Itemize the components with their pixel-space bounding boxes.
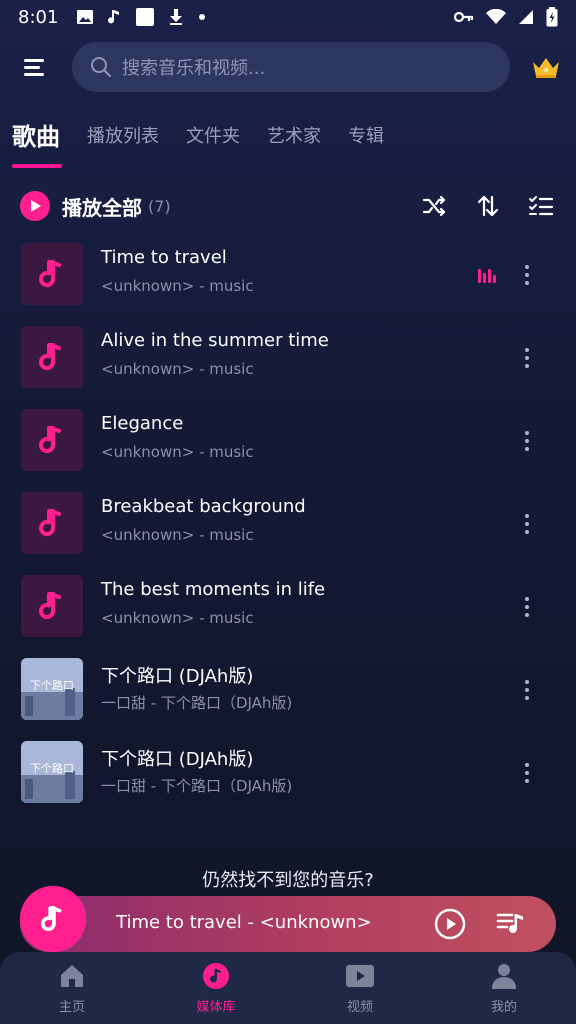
more-options-icon[interactable] bbox=[520, 761, 534, 785]
song-count: (7) bbox=[148, 196, 171, 216]
nav-profile-label: 我的 bbox=[490, 1000, 517, 1015]
song-title: The best moments in life bbox=[101, 579, 326, 600]
song-artwork bbox=[21, 409, 83, 471]
music-note-icon bbox=[39, 260, 61, 288]
shuffle-icon[interactable] bbox=[420, 192, 448, 220]
dot-icon bbox=[199, 14, 206, 20]
top-bar: 搜索音乐和视频... bbox=[0, 40, 576, 96]
song-subtitle: 一口甜 - 下个路口（DJAh版) bbox=[101, 694, 293, 712]
more-options-icon[interactable] bbox=[520, 595, 534, 619]
song-row[interactable]: Breakbeat background <unknown> - music bbox=[0, 492, 576, 570]
album-cover-text: 下个路口 bbox=[30, 679, 74, 692]
song-title: Alive in the summer time bbox=[101, 330, 329, 351]
play-icon bbox=[31, 200, 41, 212]
music-library-icon bbox=[203, 963, 229, 989]
download-icon bbox=[170, 9, 183, 25]
song-artwork bbox=[21, 243, 83, 305]
more-options-icon[interactable] bbox=[520, 678, 534, 702]
song-subtitle: <unknown> - music bbox=[101, 526, 254, 544]
tab-artists[interactable]: 艺术家 bbox=[267, 122, 321, 168]
music-note-icon bbox=[39, 592, 61, 620]
now-playing-equalizer-icon bbox=[478, 265, 496, 283]
video-icon bbox=[346, 965, 374, 987]
nav-home-label: 主页 bbox=[58, 1000, 85, 1015]
album-cover: 下个路口 bbox=[21, 741, 83, 803]
key-icon bbox=[454, 11, 474, 23]
song-artwork bbox=[21, 492, 83, 554]
nav-library-label: 媒体库 bbox=[196, 1000, 236, 1015]
cant-find-music-link[interactable]: 仍然找不到您的音乐? bbox=[0, 866, 576, 892]
nav-video[interactable]: 视频 bbox=[320, 962, 400, 1015]
more-options-icon[interactable] bbox=[520, 346, 534, 370]
gallery-icon bbox=[77, 10, 94, 24]
song-subtitle: <unknown> - music bbox=[101, 277, 254, 295]
song-title: 下个路口 (DJAh版) bbox=[101, 749, 254, 770]
music-notification-icon bbox=[108, 10, 120, 24]
crown-icon[interactable] bbox=[530, 54, 562, 80]
nav-home[interactable]: 主页 bbox=[32, 962, 112, 1015]
song-row[interactable]: 下个路口 下个路口 (DJAh版) 一口甜 - 下个路口（DJAh版) bbox=[0, 658, 576, 736]
play-all-button[interactable] bbox=[20, 191, 50, 221]
music-note-icon bbox=[39, 426, 61, 454]
nav-profile[interactable]: 我的 bbox=[464, 962, 544, 1015]
profile-icon bbox=[492, 964, 516, 989]
tab-songs[interactable]: 歌曲 bbox=[12, 117, 62, 168]
album-cover-art: 下个路口 bbox=[21, 741, 83, 803]
multi-select-icon[interactable] bbox=[527, 192, 555, 220]
music-note-icon bbox=[41, 906, 62, 932]
menu-button[interactable] bbox=[22, 54, 50, 82]
play-all-label[interactable]: 播放全部 bbox=[62, 192, 142, 221]
song-row[interactable]: Alive in the summer time <unknown> - mus… bbox=[0, 326, 576, 404]
sort-icon[interactable] bbox=[474, 192, 502, 220]
music-note-icon bbox=[39, 509, 61, 537]
bottom-navigation: 主页 媒体库 视频 我的 bbox=[0, 952, 576, 1024]
status-time: 8:01 bbox=[18, 6, 59, 28]
song-row[interactable]: The best moments in life <unknown> - mus… bbox=[0, 575, 576, 653]
song-title: Elegance bbox=[101, 413, 184, 434]
song-subtitle: <unknown> - music bbox=[101, 609, 254, 627]
album-cover-text: 下个路口 bbox=[30, 762, 74, 775]
now-playing-text: Time to travel - <unknown> bbox=[116, 912, 372, 933]
mini-player-artwork[interactable] bbox=[20, 886, 86, 952]
music-note-icon bbox=[39, 343, 61, 371]
nav-library[interactable]: 媒体库 bbox=[176, 962, 256, 1015]
queue-icon[interactable] bbox=[496, 910, 526, 938]
status-bar: 8:01 bbox=[0, 0, 576, 34]
song-row[interactable]: Time to travel <unknown> - music bbox=[0, 243, 576, 321]
search-bar[interactable]: 搜索音乐和视频... bbox=[72, 42, 510, 92]
library-tabs: 歌曲 播放列表 文件夹 艺术家 专辑 bbox=[0, 112, 576, 168]
signal-icon bbox=[519, 10, 533, 24]
tab-playlists[interactable]: 播放列表 bbox=[87, 122, 159, 168]
nav-video-label: 视频 bbox=[346, 1000, 373, 1015]
mini-player[interactable]: Time to travel - <unknown> bbox=[20, 886, 556, 952]
notification-square-icon bbox=[136, 8, 155, 26]
album-cover-art: 下个路口 bbox=[21, 658, 83, 720]
tab-folders[interactable]: 文件夹 bbox=[186, 122, 240, 168]
song-title: Breakbeat background bbox=[101, 496, 306, 517]
song-title: 下个路口 (DJAh版) bbox=[101, 666, 254, 687]
song-row[interactable]: Elegance <unknown> - music bbox=[0, 409, 576, 487]
song-artwork bbox=[21, 326, 83, 388]
album-cover: 下个路口 bbox=[21, 658, 83, 720]
song-subtitle: <unknown> - music bbox=[101, 443, 254, 461]
song-row[interactable]: 下个路口 下个路口 (DJAh版) 一口甜 - 下个路口（DJAh版) bbox=[0, 741, 576, 819]
song-subtitle: <unknown> - music bbox=[101, 360, 254, 378]
song-title: Time to travel bbox=[101, 247, 227, 268]
search-icon bbox=[91, 57, 112, 78]
more-options-icon[interactable] bbox=[520, 263, 534, 287]
more-options-icon[interactable] bbox=[520, 512, 534, 536]
song-subtitle: 一口甜 - 下个路口（DJAh版) bbox=[101, 777, 293, 795]
play-all-row: 播放全部 (7) bbox=[0, 186, 576, 226]
search-placeholder: 搜索音乐和视频... bbox=[122, 58, 266, 79]
battery-icon bbox=[546, 7, 558, 27]
tab-albums[interactable]: 专辑 bbox=[348, 122, 384, 168]
more-options-icon[interactable] bbox=[520, 429, 534, 453]
song-artwork bbox=[21, 575, 83, 637]
home-icon bbox=[61, 965, 83, 987]
wifi-icon bbox=[486, 9, 506, 24]
play-pause-button[interactable] bbox=[434, 908, 466, 940]
